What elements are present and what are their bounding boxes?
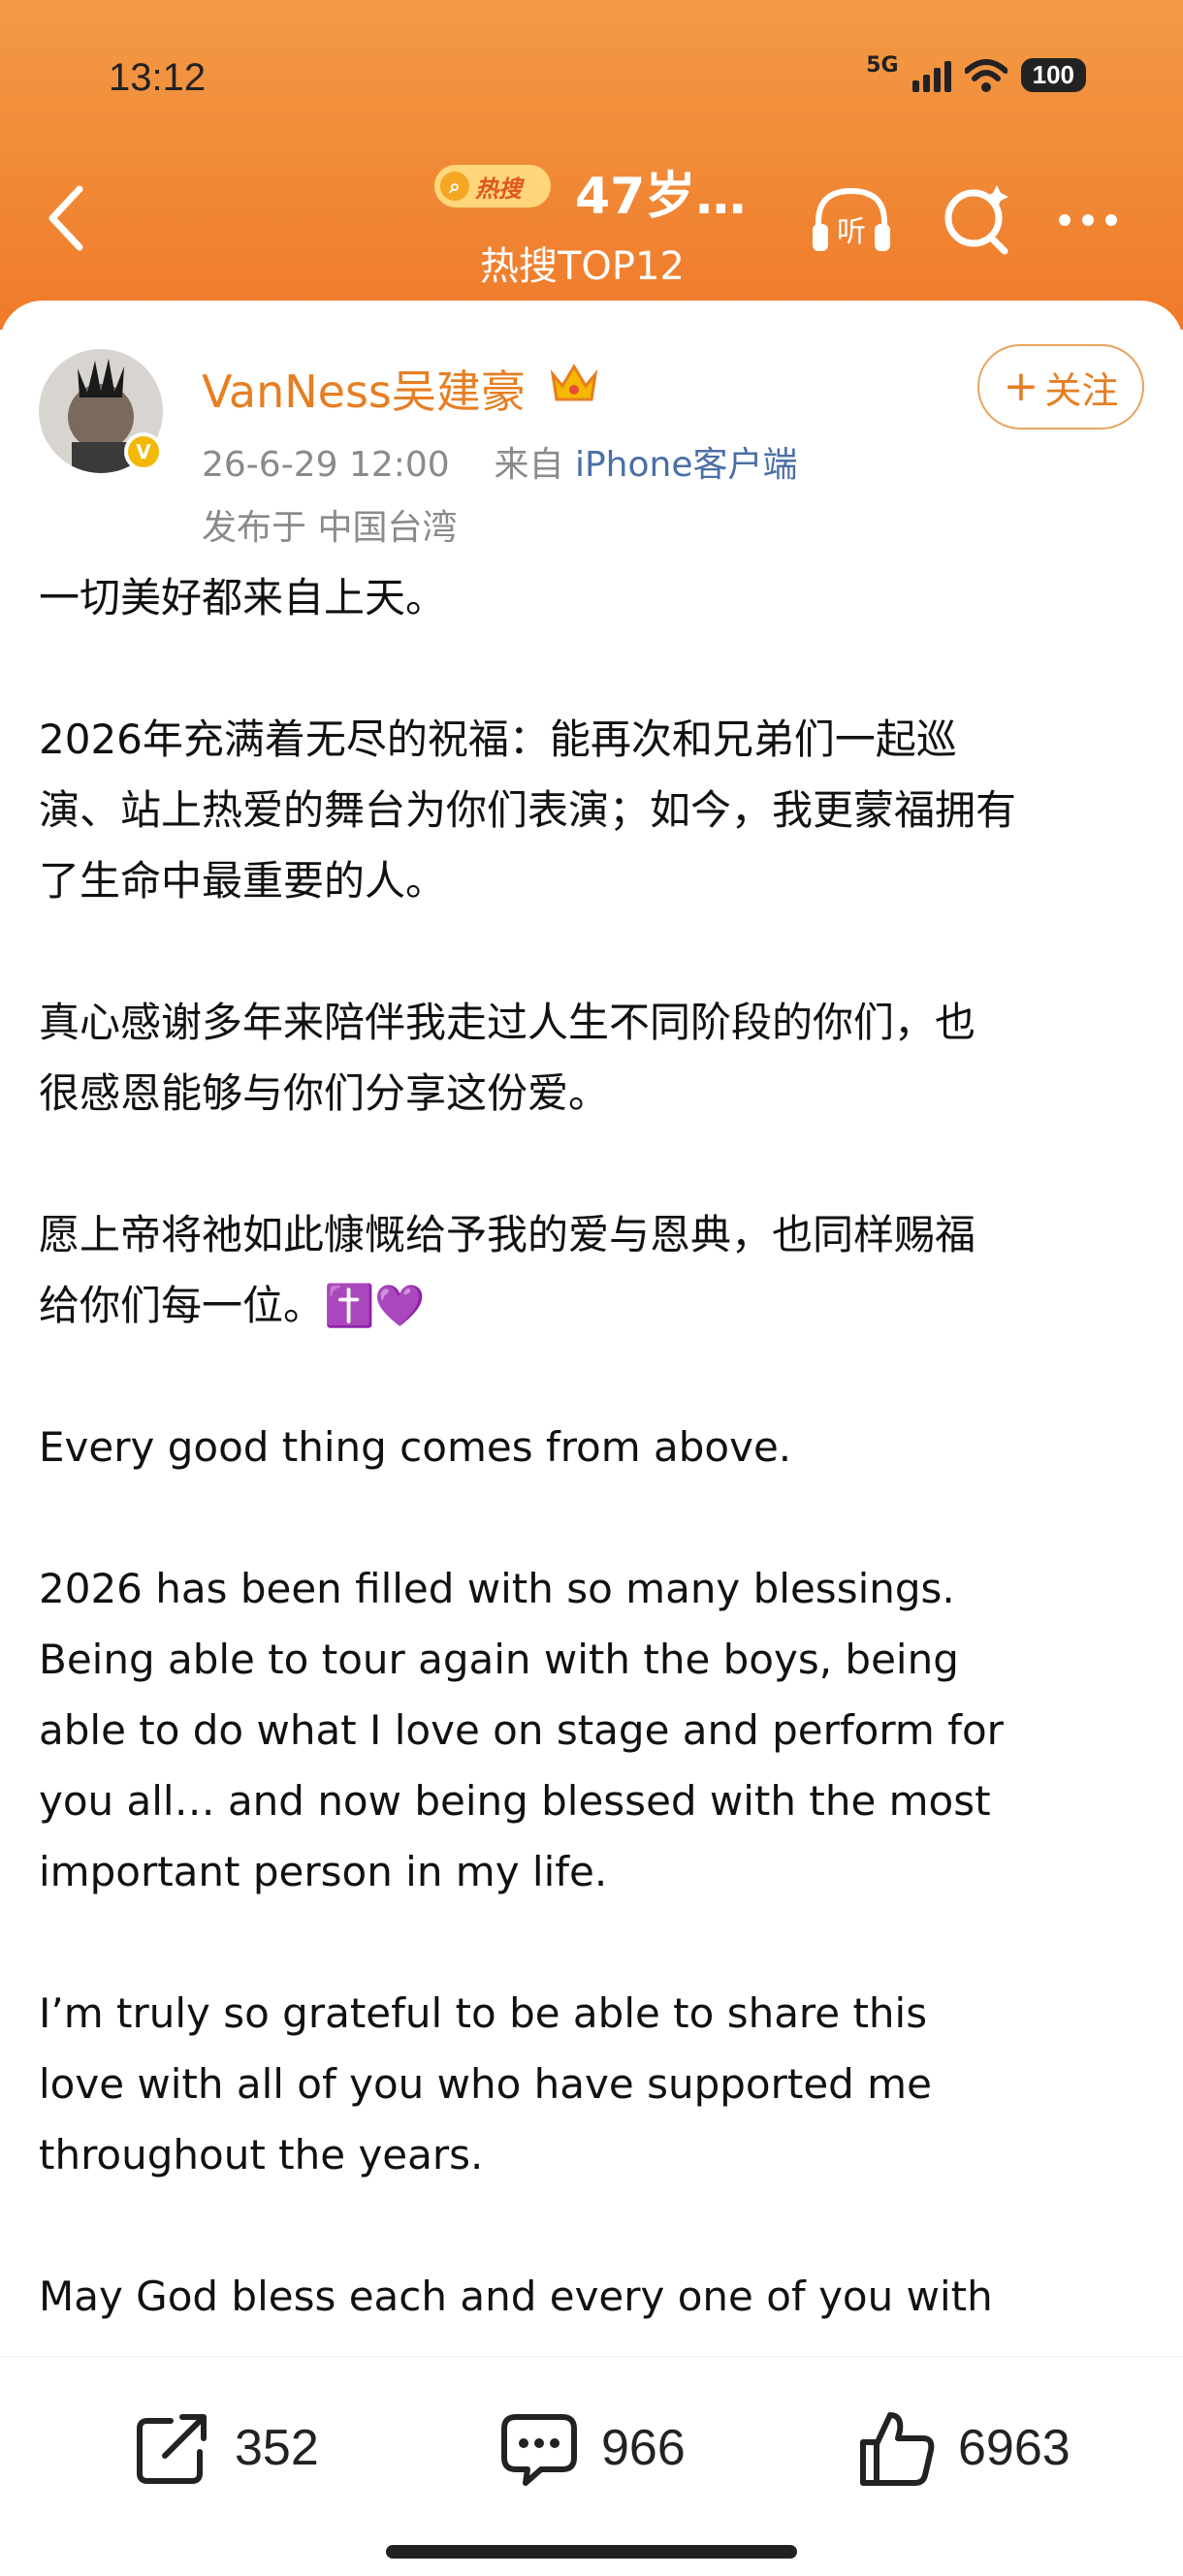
post-paragraph: May God bless each and every one of you … (39, 2273, 993, 2320)
like-count: 6963 (958, 2420, 1071, 2476)
search-icon[interactable] (939, 181, 1016, 259)
post-paragraph: 真心感谢多年来陪伴我走过人生不同阶段的你们，也 很感恩能够与你们分享这份爱。 (39, 999, 976, 1117)
user-name[interactable]: VanNess吴建豪 (202, 357, 526, 421)
post-body: 一切美好都来自上天。 2026年充满着无尽的祝福：能再次和兄弟们一起巡 演、站上… (39, 562, 1154, 2402)
share-count: 352 (235, 2420, 319, 2476)
status-time: 13:12 (109, 56, 207, 99)
topic-title: 47岁… (575, 168, 747, 226)
share-button[interactable]: 352 (132, 2407, 319, 2489)
status-icons: 5G 100 (866, 53, 1086, 92)
svg-text:听: 听 (837, 215, 866, 249)
post-paragraph: 2026 has been filled with so many blessi… (39, 1565, 1004, 1895)
home-indicator (386, 2545, 797, 2559)
plus-icon: + (1003, 362, 1039, 411)
search-icon: ⌕ (440, 172, 469, 201)
source-client: iPhone客户端 (574, 445, 798, 485)
battery-indicator: 100 (1020, 58, 1086, 92)
action-bar: 352 966 6963 (0, 2356, 1183, 2576)
thumbs-up-icon (860, 2412, 935, 2486)
source-prefix: 来自 (494, 445, 564, 485)
comment-icon (501, 2414, 577, 2486)
verified-badge-icon: V (124, 432, 163, 471)
wifi-icon (964, 58, 1007, 92)
post-paragraph: Every good thing comes from above. (39, 1423, 792, 1471)
post-location: 发布于 中国台湾 (202, 508, 458, 548)
post-paragraph: 一切美好都来自上天。 (39, 574, 447, 621)
post-card: V VanNess吴建豪 26-6-29 12:00 来自 iPhone客户端 … (0, 301, 1183, 2356)
crown-icon (550, 364, 598, 401)
network-label: 5G (866, 53, 899, 78)
post-paragraph: I’m truly so grateful to be able to shar… (39, 1989, 932, 2178)
post-meta: 26-6-29 12:00 来自 iPhone客户端 (202, 436, 798, 487)
post-timestamp: 26-6-29 12:00 (202, 445, 450, 485)
topic-rank: 热搜TOP12 (480, 244, 685, 289)
post-paragraph: 2026年充满着无尽的祝福：能再次和兄弟们一起巡 演、站上热爱的舞台为你们表演；… (39, 716, 1017, 905)
signal-icon (911, 59, 951, 92)
post-paragraph: 愿上帝将祂如此慷慨给予我的爱与恩典，也同样赐福 给你们每一位。✝️💜 (39, 1211, 976, 1329)
follow-button[interactable]: + 关注 (977, 344, 1144, 429)
top-header: 13:12 5G 100 ⌕ 热搜 47岁… 热搜TOP12 听 (0, 0, 1183, 330)
comment-count: 966 (601, 2420, 686, 2476)
like-button[interactable]: 6963 (855, 2407, 1071, 2489)
hot-search-badge: ⌕ 热搜 (434, 165, 551, 207)
comment-button[interactable]: 966 (498, 2407, 686, 2489)
share-icon (137, 2414, 207, 2484)
more-options-icon[interactable] (1059, 206, 1136, 235)
listen-headphones-icon[interactable]: 听 (807, 179, 896, 257)
back-icon[interactable] (39, 179, 97, 257)
